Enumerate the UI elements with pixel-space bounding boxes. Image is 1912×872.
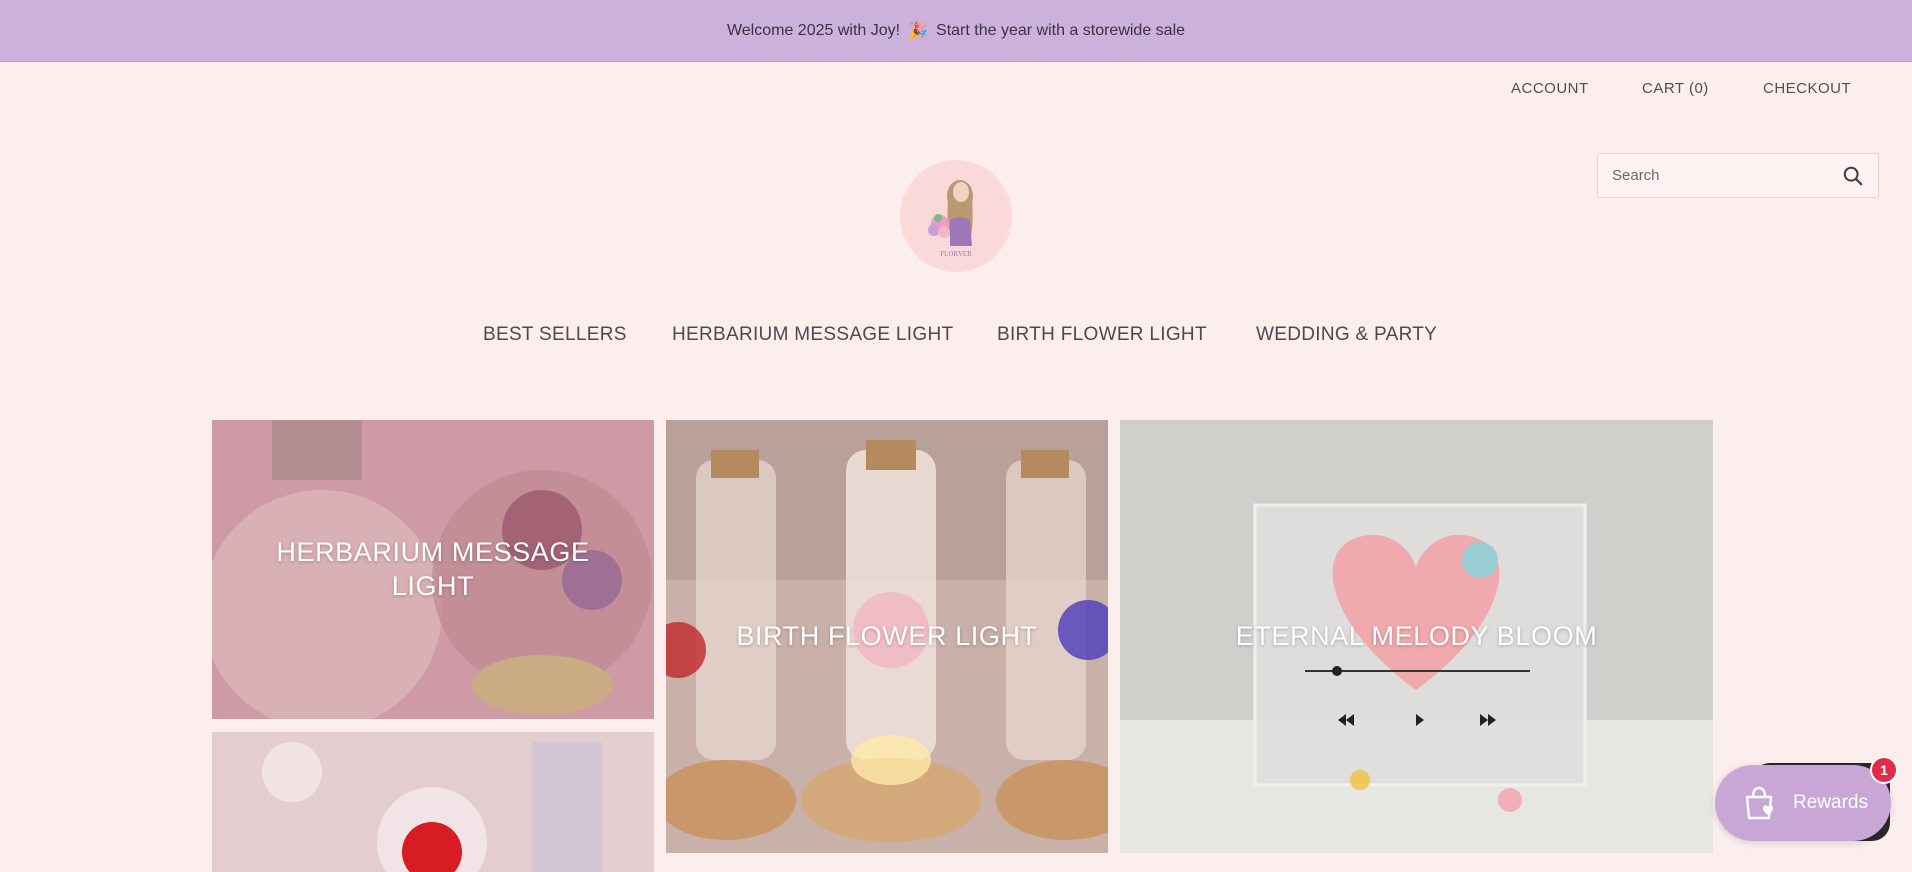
account-link[interactable]: ACCOUNT <box>1511 80 1589 97</box>
rewards-label: Rewards <box>1793 792 1868 813</box>
announcement-text-secondary: Start the year with a storewide sale <box>936 21 1186 39</box>
nav-herbarium-message-light[interactable]: HERBARIUM MESSAGE LIGHT <box>672 324 953 346</box>
search-icon[interactable] <box>1842 165 1864 187</box>
wedding-photo <box>212 732 654 872</box>
nav-best-sellers[interactable]: BEST SELLERS <box>483 324 627 346</box>
shopping-bag-heart-icon <box>1745 786 1773 820</box>
nav-wedding-party[interactable]: WEDDING & PARTY <box>1256 324 1437 346</box>
collection-tile-birth-flower[interactable]: BIRTH FLOWER LIGHT <box>666 420 1108 853</box>
collection-title-herbarium: HERBARIUM MESSAGE LIGHT <box>276 536 590 601</box>
party-popper-icon: 🎉 <box>908 22 929 40</box>
checkout-link[interactable]: CHECKOUT <box>1763 80 1851 97</box>
main-nav: BEST SELLERS HERBARIUM MESSAGE LIGHT BIR… <box>0 324 1912 348</box>
cart-link[interactable]: CART (0) <box>1642 80 1709 97</box>
rewards-notification-badge: 1 <box>1870 756 1898 784</box>
store-logo[interactable]: FLORYER <box>900 160 1012 272</box>
collection-title-birth-flower: BIRTH FLOWER LIGHT <box>736 620 1038 651</box>
logo-illustration: FLORYER <box>902 162 1010 270</box>
rewards-button[interactable]: Rewards <box>1715 765 1891 841</box>
collection-tile-eternal-melody[interactable]: ETERNAL MELODY BLOOM <box>1120 420 1713 853</box>
announcement-bar: Welcome 2025 with Joy! 🎉 Start the year … <box>0 0 1912 62</box>
nav-birth-flower-light[interactable]: BIRTH FLOWER LIGHT <box>997 324 1207 346</box>
logo-wordmark: FLORYER <box>940 250 972 258</box>
search-box[interactable] <box>1597 153 1879 198</box>
search-input[interactable] <box>1612 167 1842 184</box>
collection-tile-wedding[interactable] <box>212 732 654 872</box>
announcement-text-primary: Welcome 2025 with Joy! <box>726 21 901 39</box>
collection-tile-herbarium[interactable]: HERBARIUM MESSAGE LIGHT <box>212 420 654 719</box>
collection-title-eternal-melody: ETERNAL MELODY BLOOM <box>1235 620 1598 651</box>
